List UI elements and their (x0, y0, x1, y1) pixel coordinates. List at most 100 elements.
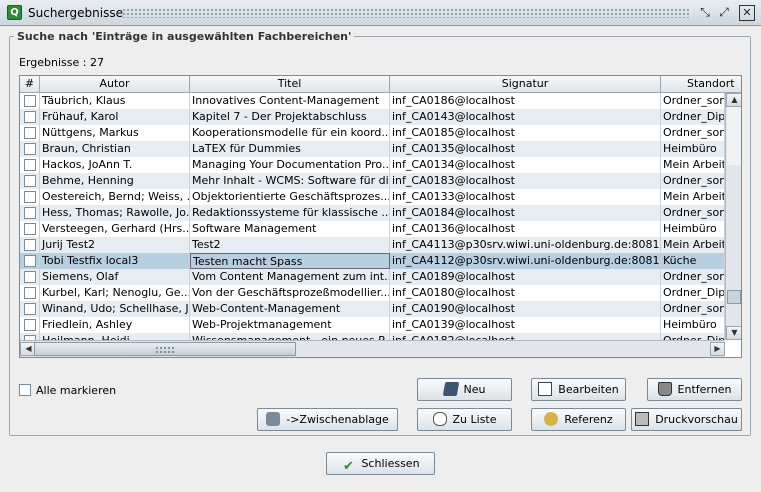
scroll-up-icon[interactable]: ▲ (726, 93, 741, 107)
cell-titel: Kooperationsmodelle für ein koord... (192, 125, 390, 141)
druckvorschau-button[interactable]: Druckvorschau (631, 408, 742, 431)
table-row[interactable]: Frühauf, Karol Kapitel 7 - Der Projektabs… (20, 109, 725, 125)
scroll-right-icon[interactable]: ▶ (710, 342, 725, 356)
table-row[interactable]: Braun, Christian LaTEX für Dummies inf_CA0… (20, 141, 725, 157)
table-body: Täubrich, Klaus Innovatives Content-Manag… (20, 93, 725, 340)
entfernen-button[interactable]: Entfernen (647, 378, 742, 401)
window-titlebar[interactable]: Q Suchergebnisse ⤡ ⤢ ✕ (0, 0, 761, 26)
cell-titel: Wissensmanagement - ein neues P... (190, 333, 390, 340)
table-row[interactable]: Kurbel, Karl; Nenoglu, Ge... Von der Gesc… (20, 285, 725, 301)
trash-icon (657, 382, 672, 396)
checkbox-box[interactable] (19, 384, 31, 396)
table-row[interactable]: Jurij Test2 Test2 inf_CA4113@p30srv.wiwi.u… (20, 237, 725, 253)
bearbeiten-label: Bearbeiten (558, 383, 619, 396)
bearbeiten-button[interactable]: Bearbeiten (531, 378, 626, 401)
table-row[interactable]: Nüttgens, Markus Kooperationsmodelle für … (20, 125, 725, 141)
cell-standort: Mein Arbeits (663, 237, 725, 253)
table-row[interactable]: Siemens, Olaf Vom Content Management zum … (20, 269, 725, 285)
column-header-titel[interactable]: Titel (190, 76, 390, 93)
cell-titel: Objektorientierte Geschäftsprozes... (192, 189, 390, 205)
row-checkbox-cell (20, 109, 40, 125)
row-checkbox[interactable] (24, 175, 36, 187)
select-all-label: Alle markieren (36, 384, 117, 397)
horizontal-scrollbar[interactable]: ◀ ▶ (20, 340, 725, 357)
table-row[interactable]: Versteegen, Gerhard (Hrs... Software Mana… (20, 221, 725, 237)
row-checkbox-cell (20, 269, 40, 285)
cell-titel: Vom Content Management zum int... (192, 269, 390, 285)
cell-signatur: inf_CA0185@localhost (390, 125, 661, 141)
table-header: # Autor Titel Signatur Standort (20, 76, 741, 93)
cell-standort: Heimbüro (661, 141, 725, 157)
window-title: Suchergebnisse (28, 6, 123, 20)
cell-signatur: inf_CA0136@localhost (390, 221, 661, 237)
row-checkbox[interactable] (24, 239, 36, 251)
cell-autor: Nüttgens, Markus (40, 125, 190, 141)
horizontal-scrollbar-thumb[interactable] (34, 342, 296, 356)
cell-titel: LaTEX für Dummies (190, 141, 390, 157)
row-checkbox-cell (20, 301, 40, 317)
scroll-down-icon[interactable]: ▼ (726, 326, 741, 340)
schliessen-button[interactable]: ✔ Schliessen (326, 452, 435, 475)
vertical-scrollbar-track[interactable] (727, 107, 741, 165)
cell-autor: Täubrich, Klaus (40, 93, 190, 109)
row-checkbox-cell (20, 237, 40, 253)
neu-button[interactable]: Neu (417, 378, 512, 401)
vertical-scrollbar[interactable]: ▲ ▼ (725, 93, 741, 340)
cell-signatur: inf_CA0180@localhost (390, 285, 661, 301)
table-row[interactable]: Heilmann, HeidiWissensmanagement - ein n… (20, 333, 725, 340)
results-table: # Autor Titel Signatur Standort Täubrich… (19, 75, 742, 358)
referenz-button[interactable]: Referenz (531, 408, 626, 431)
zu-liste-button[interactable]: Zu Liste (417, 408, 512, 431)
row-checkbox-cell (20, 141, 40, 157)
table-row[interactable]: Oestereich, Bernd; Weiss, ... Objektorien… (20, 189, 725, 205)
table-row[interactable]: Friedlein, Ashley Web-Projektmanagement in… (20, 317, 725, 333)
cell-titel: Web-Projektmanagement (190, 317, 390, 333)
minimize-icon[interactable]: ⤡ (697, 5, 713, 21)
cell-autor: Braun, Christian (40, 141, 190, 157)
row-checkbox[interactable] (24, 95, 36, 107)
row-checkbox[interactable] (24, 271, 36, 283)
vertical-scrollbar-thumb[interactable] (727, 290, 741, 304)
app-icon: Q (7, 5, 22, 20)
schliessen-label: Schliessen (361, 457, 420, 470)
cell-signatur: inf_CA0190@localhost (390, 301, 661, 317)
cell-titel: Redaktionssysteme für klassische ... (192, 205, 390, 221)
row-checkbox[interactable] (24, 287, 36, 299)
row-checkbox[interactable] (24, 255, 36, 267)
table-row[interactable]: Tobi Testfix local3 Testen macht Spass inf… (20, 253, 725, 269)
row-checkbox[interactable] (24, 207, 36, 219)
cell-autor: Siemens, Olaf (40, 269, 190, 285)
row-checkbox[interactable] (24, 319, 36, 331)
table-row[interactable]: Behme, Henning Mehr Inhalt - WCMS: Softwa… (20, 173, 725, 189)
column-header-signatur[interactable]: Signatur (390, 76, 661, 93)
cell-standort: Ordner_son (663, 301, 725, 317)
druckvorschau-label: Druckvorschau (655, 413, 738, 426)
close-icon[interactable]: ✕ (739, 5, 755, 21)
row-checkbox[interactable] (24, 191, 36, 203)
cell-standort: Ordner_Dipl (663, 285, 725, 301)
cell-signatur: inf_CA0184@localhost (390, 205, 661, 221)
cell-titel: Managing Your Documentation Pro... (192, 157, 390, 173)
row-checkbox[interactable] (24, 127, 36, 139)
column-header-autor[interactable]: Autor (40, 76, 190, 93)
row-checkbox[interactable] (24, 143, 36, 155)
table-row[interactable]: Hess, Thomas; Rawolle, Jo... Redaktionssy… (20, 205, 725, 221)
row-checkbox[interactable] (24, 223, 36, 235)
cell-titel: Innovatives Content-Management (190, 93, 390, 109)
cell-signatur: inf_CA0139@localhost (390, 317, 661, 333)
titlebar-grip (122, 8, 690, 18)
cell-titel: Web-Content-Management (190, 301, 390, 317)
table-row[interactable]: Täubrich, Klaus Innovatives Content-Manag… (20, 93, 725, 109)
maximize-icon[interactable]: ⤢ (716, 5, 732, 21)
column-header-number[interactable]: # (20, 76, 40, 93)
row-checkbox[interactable] (24, 159, 36, 171)
row-checkbox[interactable] (24, 303, 36, 315)
panel-title: Suche nach 'Einträge in ausgewählten Fac… (14, 30, 355, 43)
column-header-standort[interactable]: Standort (661, 76, 741, 93)
table-row[interactable]: Winand, Udo; Schellhase, J... Web-Content… (20, 301, 725, 317)
zwischenablage-button[interactable]: ->Zwischenablage (257, 408, 398, 431)
cell-titel: Test2 (190, 237, 390, 253)
table-row[interactable]: Hackos, JoAnn T. Managing Your Documentat… (20, 157, 725, 173)
row-checkbox[interactable] (24, 111, 36, 123)
cell-titel: Kapitel 7 - Der Projektabschluss (190, 109, 390, 125)
